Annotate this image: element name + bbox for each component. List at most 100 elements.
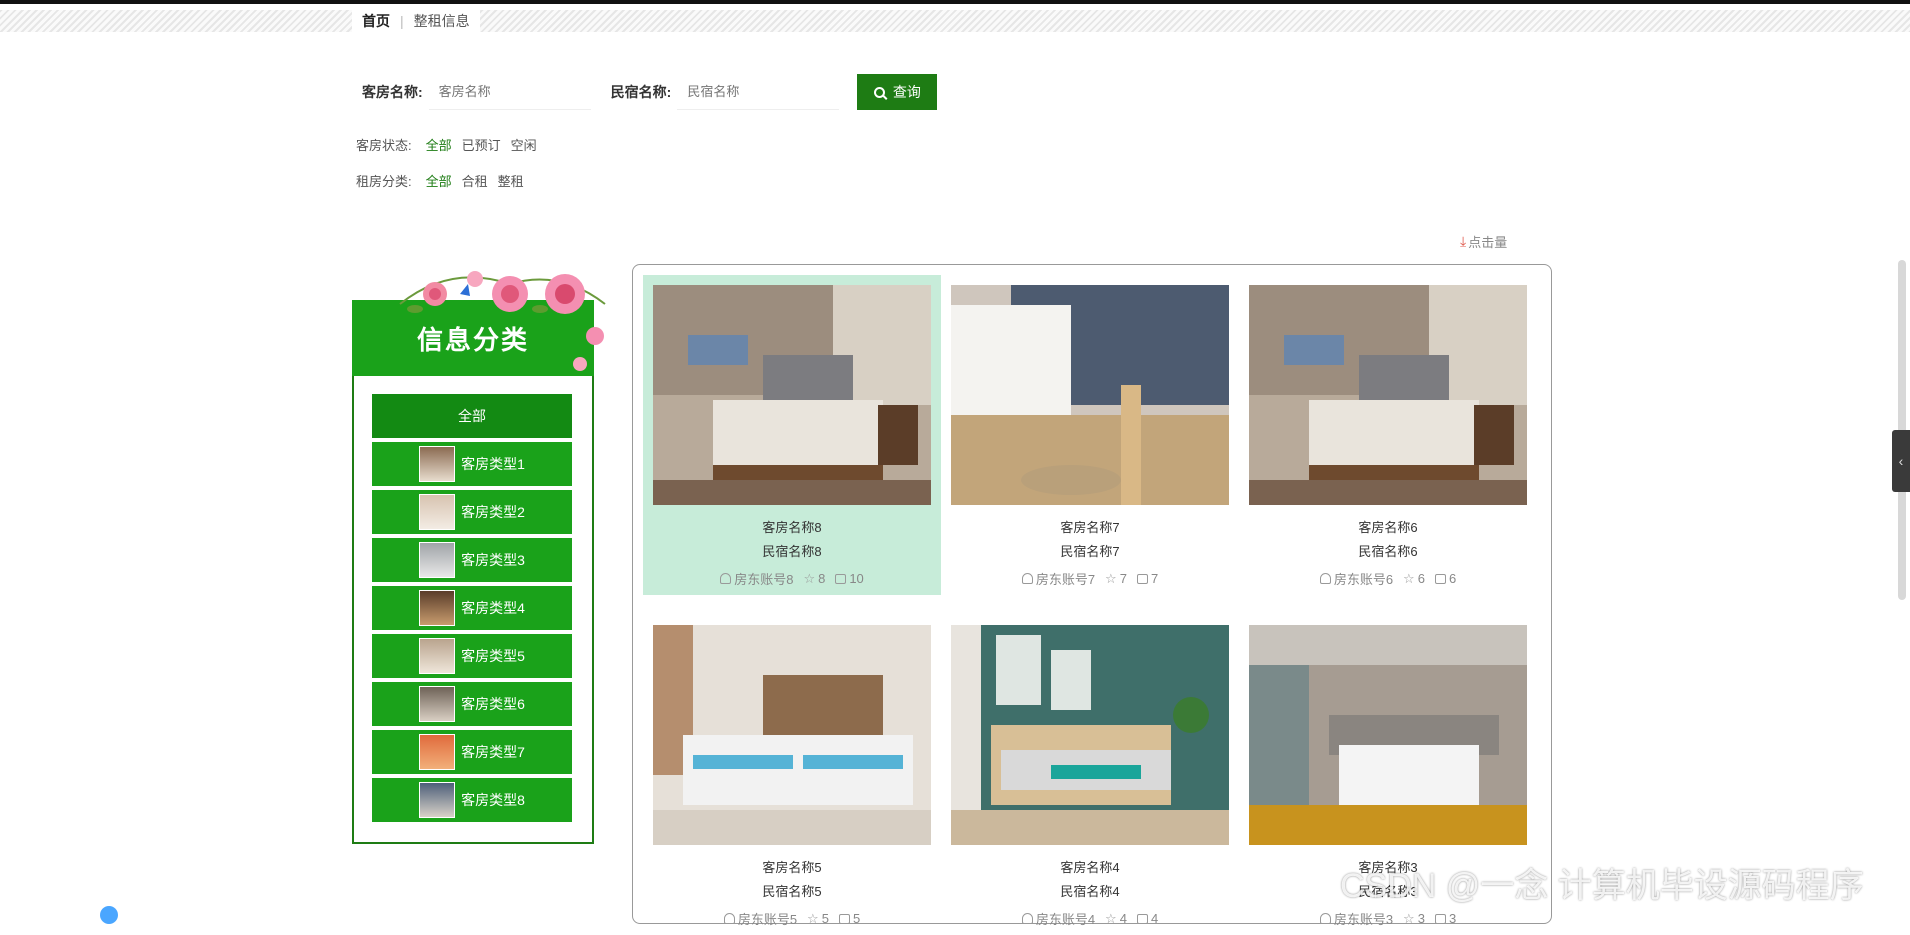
comment-count: 4	[1136, 909, 1158, 928]
breadcrumb-separator: |	[400, 13, 404, 29]
room-thumbnail	[419, 638, 456, 674]
status-filter: 客房状态: 全部 已预订 空闲	[356, 135, 547, 154]
room-photo	[951, 625, 1229, 845]
room-name: 客房名称5	[762, 860, 822, 875]
comment-count: 5	[838, 909, 860, 928]
room-card[interactable]: 客房名称4 民宿名称4 房东账号4 ☆ 4 4	[941, 615, 1239, 935]
comment-icon	[1434, 573, 1446, 584]
sidebar-item-type4[interactable]: 客房类型4	[372, 586, 572, 630]
category-filter: 租房分类: 全部 合租 整租	[356, 171, 534, 190]
room-meta: 房东账号6 ☆ 6 6	[1239, 569, 1537, 588]
sidebar-item-type5[interactable]: 客房类型5	[372, 634, 572, 678]
watermark: CSDN @一念 计算机毕设源码程序	[1340, 867, 1864, 905]
sidebar-item-label: 客房类型7	[461, 744, 525, 760]
room-thumbnail	[419, 734, 456, 770]
sidebar-item-label: 客房类型3	[461, 552, 525, 568]
chevron-left-icon: ‹	[1898, 453, 1904, 469]
room-thumbnail	[419, 542, 456, 578]
room-name-input[interactable]	[428, 74, 591, 110]
sidebar-item-all[interactable]: 全部	[372, 394, 572, 438]
sidebar-item-label: 客房类型2	[461, 504, 525, 520]
category-option-all[interactable]: 全部	[426, 171, 452, 190]
comment-icon	[838, 913, 850, 924]
floating-help-icon[interactable]	[100, 906, 118, 924]
homestay-name: 民宿名称7	[1060, 544, 1120, 559]
search-icon	[873, 86, 885, 98]
user-icon	[1319, 913, 1331, 924]
homestay-name: 民宿名称4	[1060, 884, 1120, 899]
room-thumbnail	[419, 782, 456, 818]
room-thumbnail	[419, 446, 456, 482]
owner-account: 房东账号6	[1319, 569, 1393, 588]
user-icon	[723, 913, 735, 924]
homestay-name-label: 民宿名称:	[610, 84, 672, 100]
category-filter-label: 租房分类:	[356, 174, 412, 189]
room-name-label: 客房名称:	[362, 84, 423, 100]
sidebar-item-type2[interactable]: 客房类型2	[372, 490, 572, 534]
sidebar-item-type8[interactable]: 客房类型8	[372, 778, 572, 822]
room-grid: 客房名称8 民宿名称8 房东账号8 ☆ 8 10 客房名称7 民宿名称7 房东账号…	[632, 264, 1552, 927]
sidebar-item-type3[interactable]: 客房类型3	[372, 538, 572, 582]
top-border	[0, 0, 1910, 4]
status-option-booked[interactable]: 已预订	[462, 135, 501, 154]
sidebar-item-type6[interactable]: 客房类型6	[372, 682, 572, 726]
side-panel-toggle[interactable]: ‹	[1892, 430, 1910, 492]
sidebar-list: 全部 客房类型1 客房类型2 客房类型3 客房类型4 客房类型5 客房类型6 客…	[372, 394, 572, 826]
room-card[interactable]: 客房名称5 民宿名称5 房东账号5 ☆ 5 5	[643, 615, 941, 935]
room-thumbnail	[419, 590, 456, 626]
user-icon	[1021, 573, 1033, 584]
owner-account: 房东账号3	[1319, 909, 1393, 928]
sort-by-clicks[interactable]: ⤓ 点击量	[1460, 232, 1507, 251]
sidebar-item-label: 客房类型4	[461, 600, 525, 616]
status-option-all[interactable]: 全部	[426, 135, 452, 154]
room-card[interactable]: 客房名称8 民宿名称8 房东账号8 ☆ 8 10	[643, 275, 941, 595]
owner-account: 房东账号7	[1021, 569, 1095, 588]
sidebar-item-label: 客房类型6	[461, 696, 525, 712]
user-icon	[720, 573, 732, 584]
room-meta: 房东账号5 ☆ 5 5	[643, 909, 941, 928]
sidebar-item-type7[interactable]: 客房类型7	[372, 730, 572, 774]
homestay-name-input[interactable]	[677, 74, 840, 110]
room-photo	[653, 625, 931, 845]
status-filter-label: 客房状态:	[356, 138, 412, 153]
room-name: 客房名称6	[1358, 520, 1418, 535]
homestay-name: 民宿名称8	[762, 544, 822, 559]
comment-count: 3	[1434, 909, 1456, 928]
flower-decoration-icon	[399, 271, 606, 371]
room-thumbnail	[419, 686, 456, 722]
room-photo	[1249, 285, 1527, 505]
star-count: ☆ 4	[1105, 910, 1127, 927]
status-option-vacant[interactable]: 空闲	[511, 135, 537, 154]
star-icon: ☆	[1105, 910, 1117, 926]
breadcrumb: 首页 | 整租信息	[352, 10, 480, 32]
sidebar-item-label: 客房类型1	[461, 456, 525, 472]
search-row: 客房名称: 民宿名称: 查询	[362, 74, 938, 110]
homestay-name: 民宿名称5	[762, 884, 822, 899]
comment-icon	[1136, 913, 1148, 924]
room-card[interactable]: 客房名称7 民宿名称7 房东账号7 ☆ 7 7	[941, 275, 1239, 595]
breadcrumb-home[interactable]: 首页	[362, 11, 390, 31]
comment-icon	[835, 573, 847, 584]
room-photo	[653, 285, 931, 505]
owner-account: 房东账号8	[720, 569, 793, 588]
search-button-label: 查询	[892, 84, 921, 100]
star-icon: ☆	[803, 570, 816, 586]
star-count: ☆ 8	[803, 570, 826, 587]
star-count: ☆ 7	[1105, 570, 1127, 587]
user-icon	[1021, 913, 1033, 924]
star-icon: ☆	[1403, 570, 1415, 586]
comment-count: 6	[1434, 569, 1456, 588]
category-option-shared[interactable]: 合租	[462, 171, 488, 190]
room-meta: 房东账号4 ☆ 4 4	[941, 909, 1239, 928]
star-icon: ☆	[1105, 570, 1117, 586]
room-photo	[1249, 625, 1527, 845]
breadcrumb-background	[0, 10, 1910, 32]
sidebar-item-type1[interactable]: 客房类型1	[372, 442, 572, 486]
category-option-whole[interactable]: 整租	[498, 171, 524, 190]
owner-account: 房东账号5	[723, 909, 797, 928]
room-card[interactable]: 客房名称6 民宿名称6 房东账号6 ☆ 6 6	[1239, 275, 1537, 595]
room-meta: 房东账号3 ☆ 3 3	[1239, 909, 1537, 928]
homestay-name: 民宿名称6	[1358, 544, 1418, 559]
sidebar-item-label: 客房类型8	[461, 792, 525, 808]
search-button[interactable]: 查询	[857, 74, 938, 110]
